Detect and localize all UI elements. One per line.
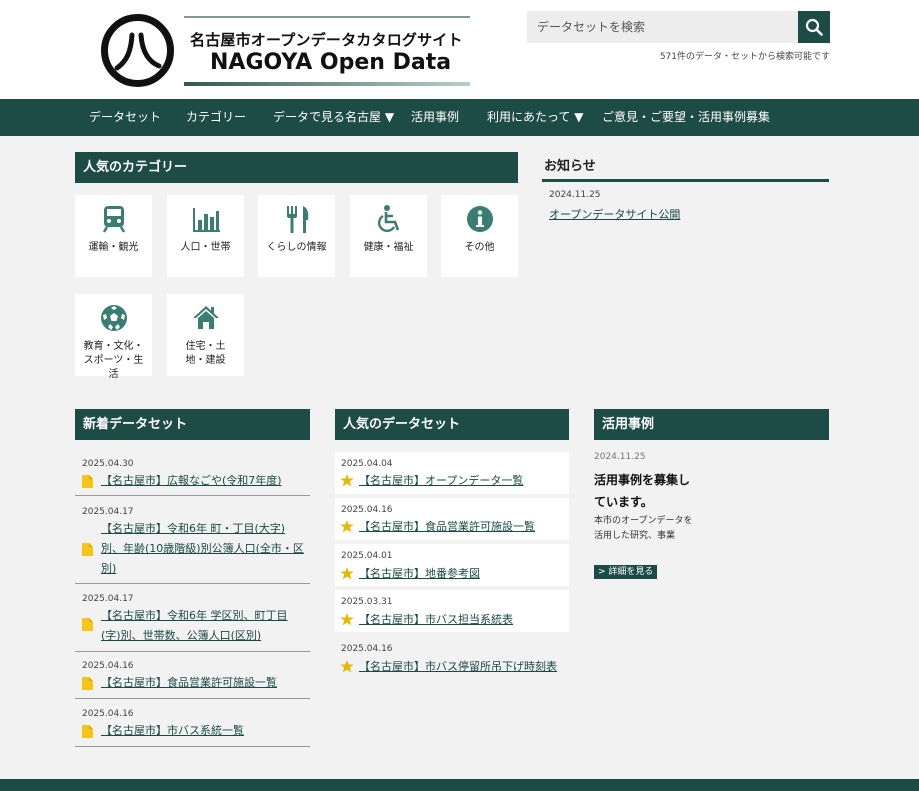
- logo-line-top: [184, 16, 470, 18]
- list-divider: [75, 583, 310, 584]
- use-case-description: 本市のオープンデータを活用した研究、事業: [594, 516, 693, 541]
- search-input[interactable]: [527, 11, 798, 43]
- star-icon: [340, 660, 354, 673]
- new-dataset-link[interactable]: 【名古屋市】広報なごや(令和7年度): [101, 471, 306, 491]
- file-icon: [82, 725, 93, 738]
- popular-dataset-link[interactable]: 【名古屋市】市バス担当系統表: [359, 610, 564, 630]
- new-dataset-link[interactable]: 【名古屋市】令和6年 町・丁目(大字)別、年齢(10歳階級)別公簿人口(全市・区…: [101, 519, 306, 579]
- category-label: 教育・文化・スポーツ・生活: [83, 341, 144, 380]
- site-footer: [0, 779, 919, 791]
- category-label: その他: [464, 242, 495, 253]
- use-case-date: 2024.11.25: [594, 452, 646, 462]
- star-icon: [340, 567, 354, 580]
- popular-dataset-link[interactable]: 【名古屋市】オープンデータ一覧: [359, 471, 564, 491]
- category-label: 運輸・観光: [88, 242, 139, 253]
- star-icon: [340, 474, 354, 487]
- popular-datasets-heading: 人気のデータセット: [335, 409, 569, 440]
- new-dataset-link[interactable]: 【名古屋市】食品営業許可施設一覧: [101, 673, 306, 693]
- category-tile-living[interactable]: くらしの情報: [258, 195, 335, 277]
- new-dataset-date: 2025.04.30: [82, 459, 134, 469]
- search-button[interactable]: [798, 11, 830, 43]
- popular-categories-heading: 人気のカテゴリー: [75, 152, 518, 183]
- logo-japanese-title: 名古屋市オープンデータカタログサイト: [190, 31, 463, 49]
- logo-line-bottom: [184, 82, 470, 86]
- soccer-ball-icon: [101, 305, 127, 331]
- category-label: 人口・世帯: [180, 242, 231, 253]
- category-label: 健康・福祉: [363, 242, 414, 253]
- list-divider: [75, 651, 310, 652]
- search-icon: [805, 18, 823, 36]
- use-case-title: 活用事例を募集しています。: [594, 473, 691, 509]
- nav-terms-of-use[interactable]: 利用にあたって ▼: [487, 99, 583, 136]
- news-date: 2024.11.25: [549, 190, 601, 200]
- list-divider: [75, 698, 310, 699]
- bar-chart-icon: [193, 208, 220, 232]
- new-dataset-date: 2025.04.16: [82, 709, 134, 719]
- main-nav: データセット カテゴリー データで見る名古屋 ▼ 活用事例 利用にあたって ▼ …: [0, 99, 919, 136]
- nav-feedback[interactable]: ご意見・ご要望・活用事例募集: [602, 99, 770, 136]
- category-tile-other[interactable]: その他: [441, 195, 518, 277]
- list-divider: [75, 495, 310, 496]
- use-case-details-button[interactable]: > 詳細を見る: [594, 565, 658, 579]
- popular-dataset-date: 2025.03.31: [341, 597, 393, 607]
- popular-dataset-date: 2025.04.01: [341, 551, 393, 561]
- site-header: 名古屋市オープンデータカタログサイト NAGOYA Open Data 571件…: [0, 0, 919, 99]
- train-icon: [102, 206, 126, 233]
- nav-datasets[interactable]: データセット: [89, 99, 161, 136]
- popular-dataset-link[interactable]: 【名古屋市】地番参考図: [359, 564, 564, 584]
- popular-dataset-link[interactable]: 【名古屋市】市バス停留所吊下げ時刻表: [359, 657, 564, 677]
- category-tile-health[interactable]: 健康・福祉: [350, 195, 427, 277]
- new-dataset-date: 2025.04.17: [82, 594, 134, 604]
- news-link[interactable]: オープンデータサイト公開: [549, 206, 680, 222]
- use-cases-heading: 活用事例: [594, 409, 829, 440]
- file-icon: [82, 475, 93, 488]
- news-heading: お知らせ: [542, 155, 829, 182]
- new-dataset-date: 2025.04.16: [82, 661, 134, 671]
- star-icon: [340, 520, 354, 533]
- category-tile-transport[interactable]: 運輸・観光: [75, 195, 152, 277]
- nagoya-logo-icon[interactable]: [101, 14, 174, 87]
- wheelchair-icon: [378, 205, 400, 232]
- popular-dataset-link[interactable]: 【名古屋市】食品営業許可施設一覧: [359, 517, 564, 537]
- category-tile-housing[interactable]: 住宅・土地・建設: [167, 294, 244, 376]
- new-dataset-date: 2025.04.17: [82, 507, 134, 517]
- category-tile-education[interactable]: 教育・文化・スポーツ・生活: [75, 294, 152, 380]
- nav-categories[interactable]: カテゴリー: [186, 99, 246, 136]
- new-dataset-link[interactable]: 【名古屋市】令和6年 学区別、町丁目(字)別、世帯数、公簿人口(区別): [101, 606, 306, 646]
- popular-dataset-date: 2025.04.04: [341, 459, 393, 469]
- site-logo[interactable]: 名古屋市オープンデータカタログサイト NAGOYA Open Data: [184, 16, 470, 86]
- nav-nagoya-data[interactable]: データで見る名古屋 ▼: [273, 99, 394, 136]
- file-icon: [82, 543, 93, 556]
- search-count-note: 571件のデータ・セットから検索可能です: [659, 52, 830, 62]
- file-icon: [82, 618, 93, 631]
- logo-english-title: NAGOYA Open Data: [210, 50, 452, 75]
- new-datasets-heading: 新着データセット: [75, 409, 310, 440]
- popular-dataset-date: 2025.04.16: [341, 505, 393, 515]
- list-divider: [75, 746, 310, 747]
- info-icon: [467, 206, 493, 232]
- house-icon: [193, 306, 219, 329]
- category-tile-population[interactable]: 人口・世帯: [167, 195, 244, 277]
- nav-use-cases[interactable]: 活用事例: [411, 99, 459, 136]
- popular-dataset-date: 2025.04.16: [341, 644, 393, 654]
- utensils-icon: [287, 206, 309, 233]
- file-icon: [82, 677, 93, 690]
- new-dataset-link[interactable]: 【名古屋市】市バス系統一覧: [101, 721, 306, 741]
- category-label: くらしの情報: [266, 242, 327, 253]
- star-icon: [340, 613, 354, 626]
- category-label: 住宅・土地・建設: [185, 341, 226, 366]
